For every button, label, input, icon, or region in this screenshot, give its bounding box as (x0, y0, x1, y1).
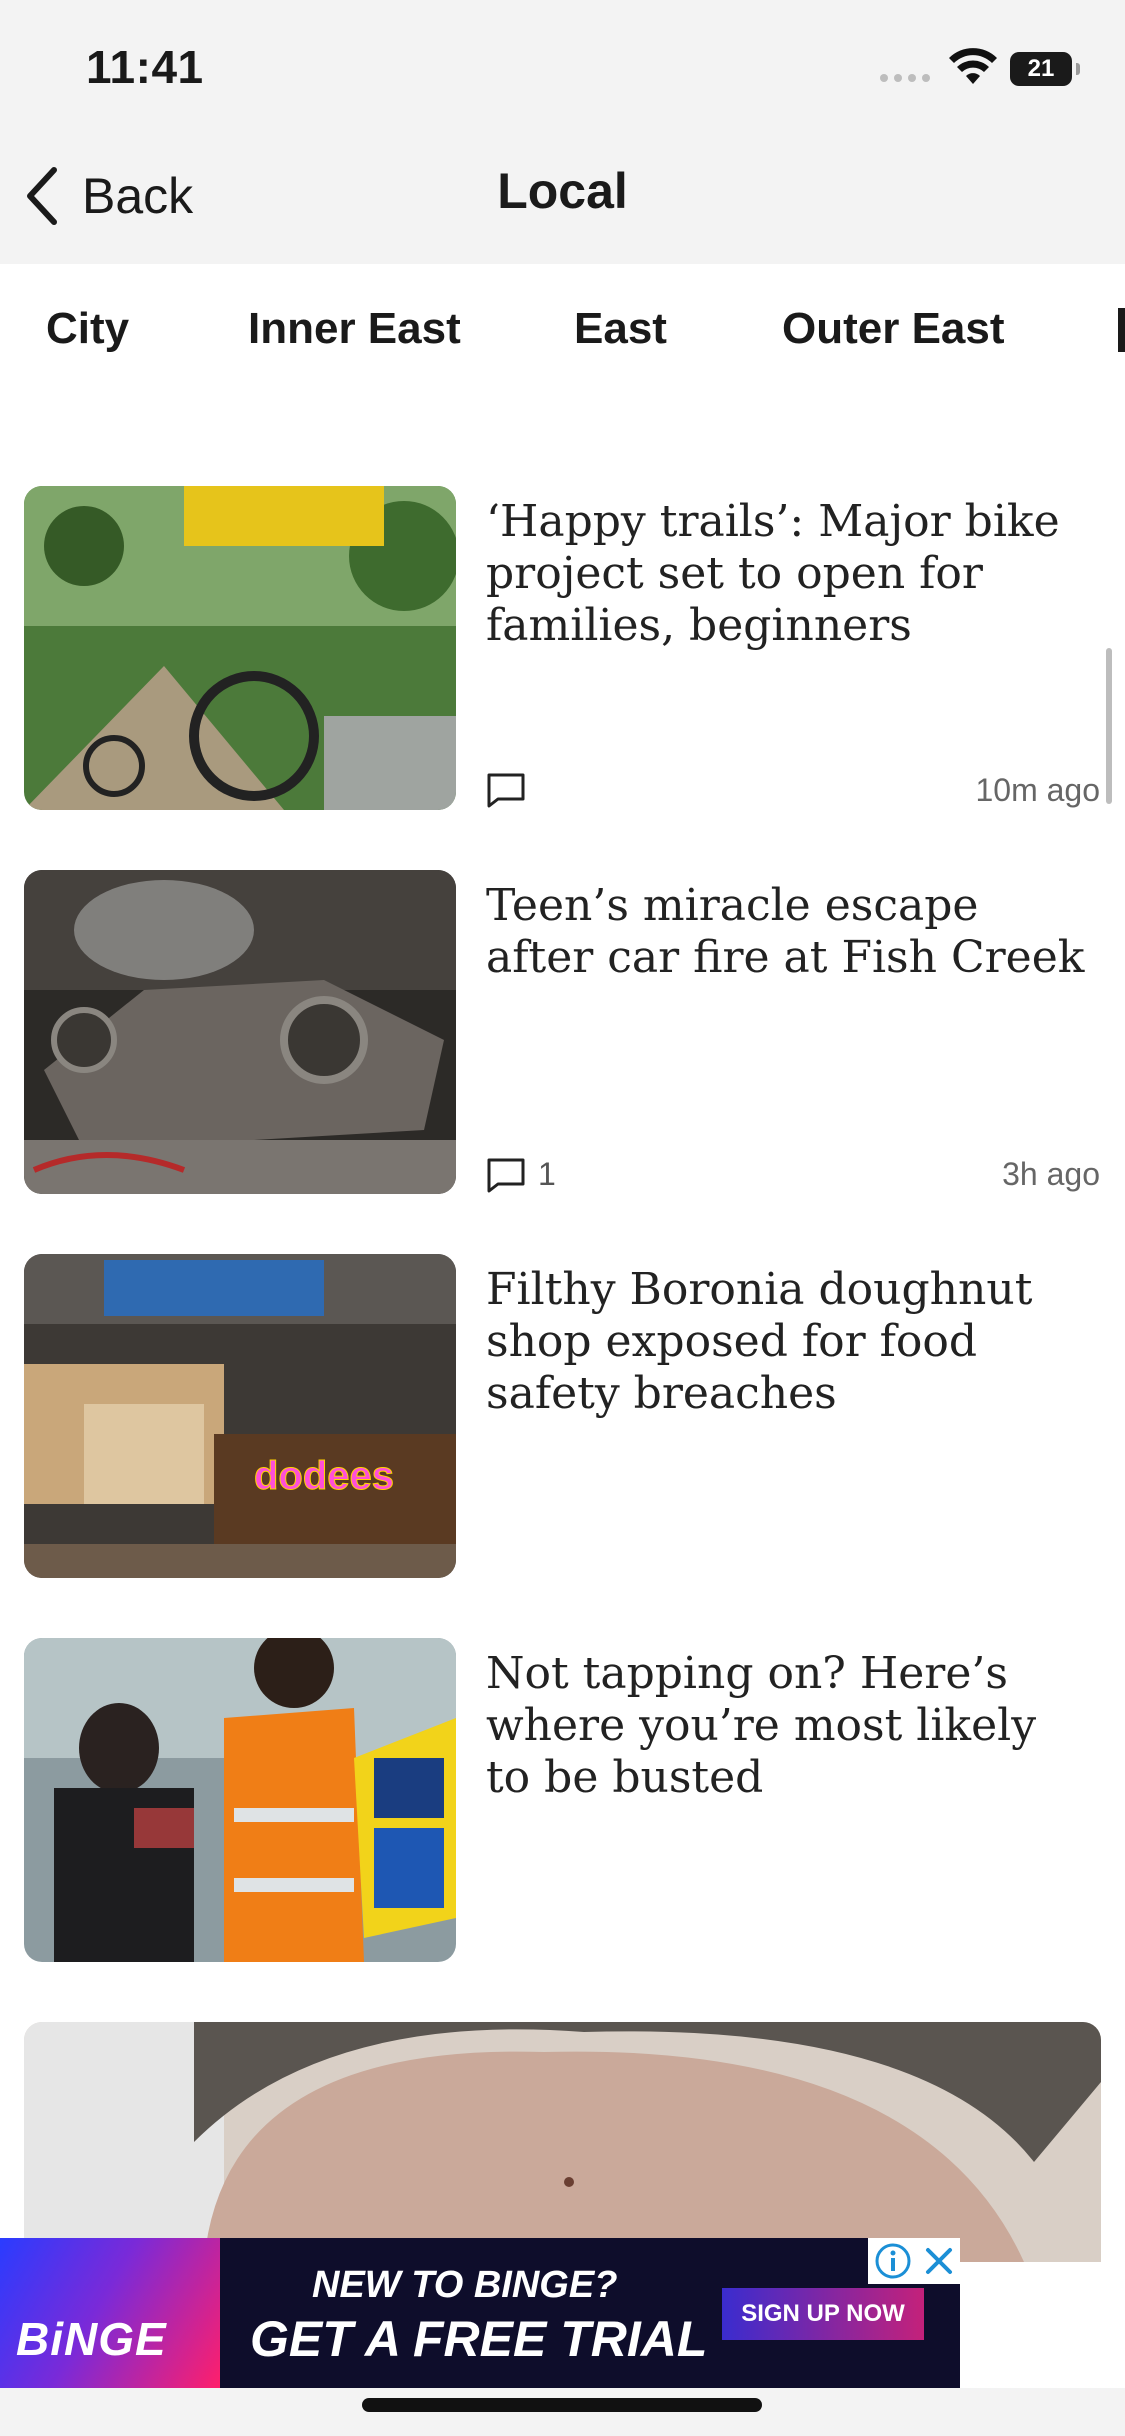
home-indicator[interactable] (362, 2398, 762, 2412)
cellular-signal-icon (880, 74, 930, 82)
page-title: Local (497, 163, 628, 219)
svg-text:dodees: dodees (254, 1454, 394, 1498)
featured-article-image[interactable] (24, 2022, 1101, 2262)
tab-next-partial[interactable] (1118, 308, 1125, 352)
tab-inner-east[interactable]: Inner East (248, 304, 461, 354)
article-time: 10m ago (975, 772, 1100, 808)
comment-count[interactable]: 1 (486, 1156, 556, 1193)
article-card[interactable]: dodees Filthy Boronia doughnut shop expo… (24, 1254, 1100, 1578)
comment-icon (487, 1158, 525, 1192)
article-thumbnail (24, 486, 456, 810)
article-time: 3h ago (1002, 1156, 1100, 1192)
ad-brand-logo: BiNGE (0, 2238, 220, 2388)
bottom-safe-area (0, 2388, 1125, 2436)
close-icon[interactable] (923, 2245, 955, 2277)
tab-city[interactable]: City (46, 304, 129, 354)
status-time: 11:41 (86, 41, 204, 93)
info-icon[interactable] (874, 2242, 912, 2280)
tab-east[interactable]: East (574, 304, 667, 354)
article-headline: ‘Happy trails’: Major bike project set t… (486, 496, 1060, 651)
region-tabs: City Inner East East Outer East (0, 264, 1125, 400)
scrollbar[interactable] (1106, 648, 1112, 804)
tab-outer-east[interactable]: Outer East (782, 304, 1005, 354)
ad-brand: BiNGE (16, 2313, 167, 2365)
ad-sign-up-button[interactable]: SIGN UP NOW (722, 2288, 924, 2340)
ad-headline-2: GET A FREE TRIAL (250, 2311, 708, 2367)
article-headline: Filthy Boronia doughnut shop exposed for… (486, 1264, 1033, 1419)
top-bar: 11:41 21 Back Local (0, 0, 1125, 264)
battery-icon: 21 (1010, 52, 1080, 86)
article-thumbnail (24, 870, 456, 1194)
comment-icon (487, 773, 525, 808)
ad-controls (868, 2238, 960, 2284)
article-headline: Not tapping on? Here’s where you’re most… (486, 1648, 1037, 1803)
article-card[interactable]: Teen’s miracle escape after car fire at … (24, 870, 1100, 1194)
comment-count-value: 1 (538, 1156, 556, 1192)
article-card[interactable]: ‘Happy trails’: Major bike project set t… (24, 486, 1100, 810)
article-headline: Teen’s miracle escape after car fire at … (486, 880, 1085, 983)
article-card[interactable]: Not tapping on? Here’s where you’re most… (24, 1638, 1100, 1962)
wifi-icon (949, 48, 997, 84)
comment-count[interactable] (486, 772, 538, 808)
ad-headline-1: NEW TO BINGE? (312, 2264, 618, 2306)
ad-banner[interactable]: BiNGE NEW TO BINGE? GET A FREE TRIAL SIG… (0, 2238, 960, 2388)
article-thumbnail: dodees (24, 1254, 456, 1578)
article-thumbnail (24, 1638, 456, 1962)
